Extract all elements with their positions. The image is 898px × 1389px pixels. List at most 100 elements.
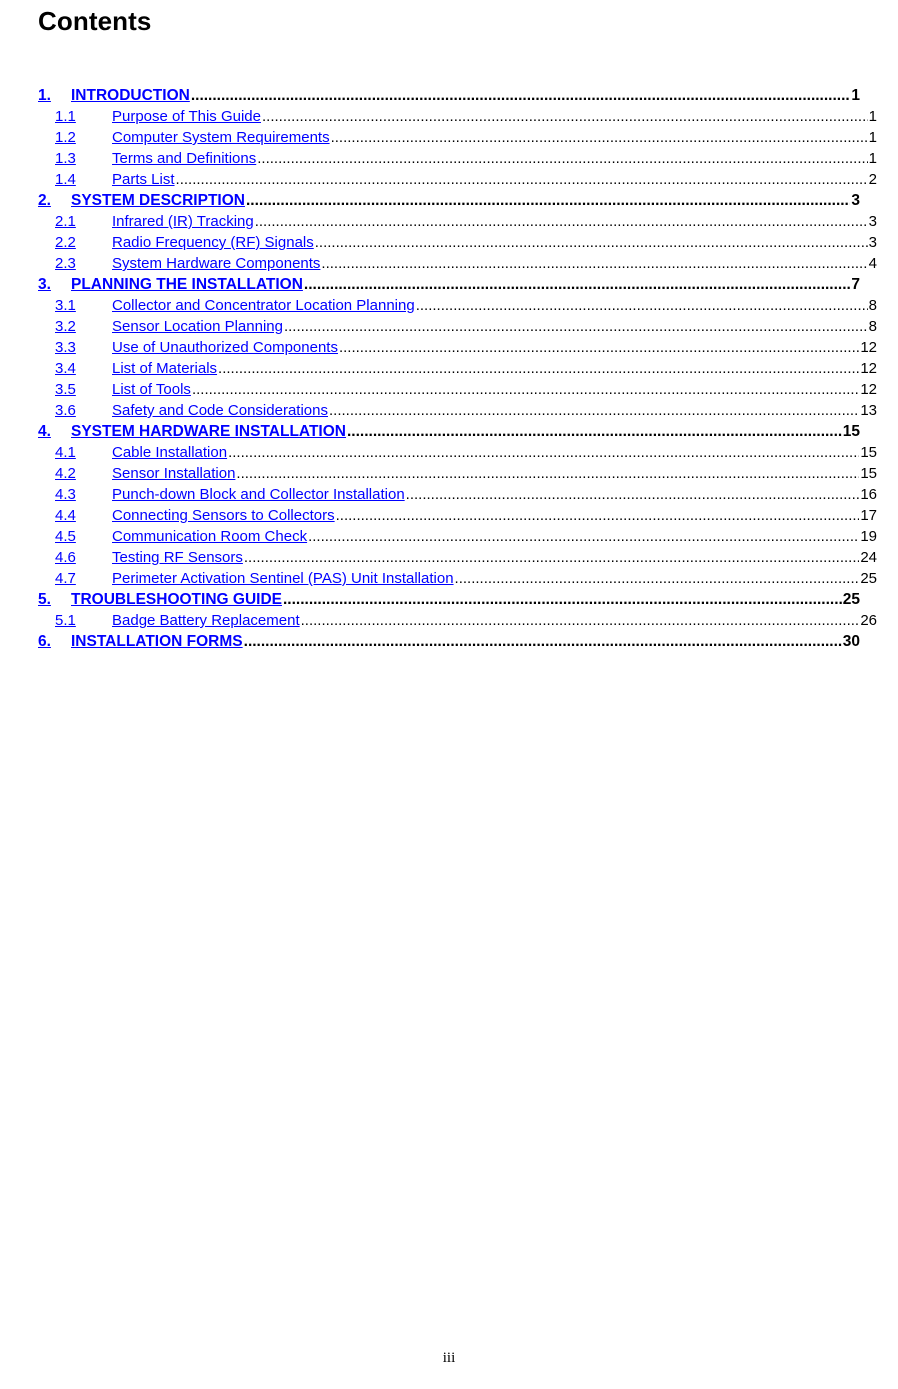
toc-entry-label[interactable]: Communication Room Check	[112, 526, 307, 547]
toc-entry-label[interactable]: SYSTEM HARDWARE INSTALLATION	[71, 421, 346, 442]
toc-entry-label[interactable]: Collector and Concentrator Location Plan…	[112, 295, 415, 316]
toc-entry-label[interactable]: INTRODUCTION	[71, 85, 190, 106]
toc-dot-leader-text: ........................................…	[245, 192, 850, 209]
toc-entry-label[interactable]: Purpose of This Guide	[112, 106, 261, 127]
toc-dot-leader: ........................................…	[236, 463, 859, 484]
toc-entry-page-number: 1	[868, 150, 877, 167]
toc-entry[interactable]: 2.2 Radio Frequency (RF) Signals.........…	[38, 232, 877, 253]
toc-dot-leader-text: ........................................…	[300, 612, 860, 629]
toc-entry-number: 1.2	[55, 129, 76, 146]
toc-entry[interactable]: 3.4 List of Materials....................…	[38, 358, 877, 379]
toc-dot-leader: ........................................…	[176, 169, 868, 190]
toc-entry-label[interactable]: Use of Unauthorized Components	[112, 337, 338, 358]
toc-dot-leader-text: ........................................…	[218, 360, 860, 377]
toc-dot-leader-text: ........................................…	[190, 87, 851, 104]
toc-entry[interactable]: 4.2 Sensor Installation..................…	[38, 463, 877, 484]
toc-dot-leader: ........................................…	[331, 127, 868, 148]
toc-entry[interactable]: 3.1 Collector and Concentrator Location P…	[38, 295, 877, 316]
toc-entry[interactable]: 4. SYSTEM HARDWARE INSTALLATION..........…	[38, 421, 860, 442]
toc-dot-leader-text: ........................................…	[314, 234, 868, 251]
toc-dot-leader: ........................................…	[339, 337, 859, 358]
toc-entry-page-number: 15	[842, 423, 860, 440]
toc-dot-leader-text: ........................................…	[338, 339, 860, 356]
toc-dot-leader-text: ........................................…	[175, 171, 868, 188]
toc-entry-label[interactable]: Badge Battery Replacement	[112, 610, 300, 631]
toc-entry-page-number: 1	[868, 129, 877, 146]
toc-dot-leader: ........................................…	[315, 232, 868, 253]
toc-entry-label[interactable]: Testing RF Sensors	[112, 547, 243, 568]
toc-entry[interactable]: 6. INSTALLATION FORMS....................…	[38, 631, 860, 652]
toc-dot-leader: ........................................…	[347, 421, 842, 442]
toc-entry-label[interactable]: TROUBLESHOOTING GUIDE	[71, 589, 282, 610]
toc-entry[interactable]: 2. SYSTEM DESCRIPTION....................…	[38, 190, 860, 211]
toc-dot-leader-text: ........................................…	[405, 486, 860, 503]
toc-entry-label[interactable]: PLANNING THE INSTALLATION	[71, 274, 303, 295]
toc-entry-page-number: 8	[868, 297, 877, 314]
toc-entry-page-number: 8	[868, 318, 877, 335]
toc-entry-page-number: 1	[868, 108, 877, 125]
toc-entry[interactable]: 2.1 Infrared (IR) Tracking...............…	[38, 211, 877, 232]
toc-entry[interactable]: 4.3 Punch-down Block and Collector Instal…	[38, 484, 877, 505]
toc-entry-label[interactable]: Safety and Code Considerations	[112, 400, 328, 421]
toc-entry[interactable]: 4.6 Testing RF Sensors...................…	[38, 547, 877, 568]
toc-entry[interactable]: 5.1 Badge Battery Replacement............…	[38, 610, 877, 631]
toc-entry[interactable]: 4.1 Cable Installation...................…	[38, 442, 877, 463]
toc-dot-leader: ........................................…	[406, 484, 860, 505]
toc-dot-leader-text: ........................................…	[243, 633, 842, 650]
toc-entry-label[interactable]: SYSTEM DESCRIPTION	[71, 190, 245, 211]
toc-entry-label[interactable]: Cable Installation	[112, 442, 227, 463]
toc-entry-page-number: 4	[868, 255, 877, 272]
toc-dot-leader-text: ........................................…	[257, 150, 867, 167]
toc-entry-page-number: 30	[842, 633, 860, 650]
toc-entry[interactable]: 1.2 Computer System Requirements.........…	[38, 127, 877, 148]
toc-entry-label[interactable]: Infrared (IR) Tracking	[112, 211, 254, 232]
toc-entry-number: 3.4	[55, 360, 76, 377]
toc-entry-page-number: 1	[851, 87, 860, 104]
toc-entry-label[interactable]: Parts List	[112, 169, 175, 190]
toc-entry-label[interactable]: Connecting Sensors to Collectors	[112, 505, 335, 526]
toc-dot-leader-text: ........................................…	[454, 570, 860, 587]
toc-entry-number: 1.1	[55, 108, 76, 125]
toc-entry[interactable]: 1.1 Purpose of This Guide................…	[38, 106, 877, 127]
toc-entry-page-number: 12	[860, 339, 877, 356]
toc-entry-page-number: 15	[860, 444, 877, 461]
toc-entry-label[interactable]: System Hardware Components	[112, 253, 320, 274]
toc-entry-label[interactable]: Computer System Requirements	[112, 127, 330, 148]
toc-entry[interactable]: 1.4 Parts List...........................…	[38, 169, 877, 190]
toc-entry-number: 4.	[38, 423, 51, 440]
toc-entry-page-number: 15	[860, 465, 877, 482]
toc-entry[interactable]: 4.4 Connecting Sensors to Collectors.....…	[38, 505, 877, 526]
toc-entry-label[interactable]: Sensor Installation	[112, 463, 235, 484]
toc-entry[interactable]: 2.3 System Hardware Components...........…	[38, 253, 877, 274]
toc-dot-leader-text: ........................................…	[236, 465, 859, 482]
toc-dot-leader: ........................................…	[455, 568, 860, 589]
toc-entry[interactable]: 3.6 Safety and Code Considerations.......…	[38, 400, 877, 421]
toc-entry-label[interactable]: List of Materials	[112, 358, 217, 379]
toc-dot-leader: ........................................…	[329, 400, 859, 421]
toc-entry[interactable]: 5. TROUBLESHOOTING GUIDE.................…	[38, 589, 860, 610]
toc-entry[interactable]: 4.5 Communication Room Check.............…	[38, 526, 877, 547]
toc-entry-label[interactable]: Radio Frequency (RF) Signals	[112, 232, 314, 253]
toc-entry-number: 1.	[38, 87, 51, 104]
toc-entry-label[interactable]: List of Tools	[112, 379, 191, 400]
toc-entry[interactable]: 3. PLANNING THE INSTALLATION.............…	[38, 274, 860, 295]
toc-entry-page-number: 16	[860, 486, 877, 503]
toc-entry[interactable]: 3.5 List of Tools........................…	[38, 379, 877, 400]
toc-entry-label[interactable]: INSTALLATION FORMS	[71, 631, 243, 652]
toc-entry-number: 4.6	[55, 549, 76, 566]
toc-entry-label[interactable]: Perimeter Activation Sentinel (PAS) Unit…	[112, 568, 454, 589]
toc-dot-leader-text: ........................................…	[282, 591, 842, 608]
toc-entry[interactable]: 3.3 Use of Unauthorized Components.......…	[38, 337, 877, 358]
toc-entry-number: 3.1	[55, 297, 76, 314]
toc-dot-leader: ........................................…	[416, 295, 868, 316]
toc-entry-label[interactable]: Punch-down Block and Collector Installat…	[112, 484, 405, 505]
toc-entry-label[interactable]: Sensor Location Planning	[112, 316, 283, 337]
toc-entry-label[interactable]: Terms and Definitions	[112, 148, 256, 169]
toc-entry-page-number: 13	[860, 402, 877, 419]
toc-dot-leader: ........................................…	[228, 442, 859, 463]
toc-entry[interactable]: 1. INTRODUCTION..........................…	[38, 85, 860, 106]
toc-entry[interactable]: 4.7 Perimeter Activation Sentinel (PAS) U…	[38, 568, 877, 589]
toc-dot-leader-text: ........................................…	[283, 318, 868, 335]
toc-entry[interactable]: 3.2 Sensor Location Planning.............…	[38, 316, 877, 337]
toc-entry[interactable]: 1.3 Terms and Definitions................…	[38, 148, 877, 169]
